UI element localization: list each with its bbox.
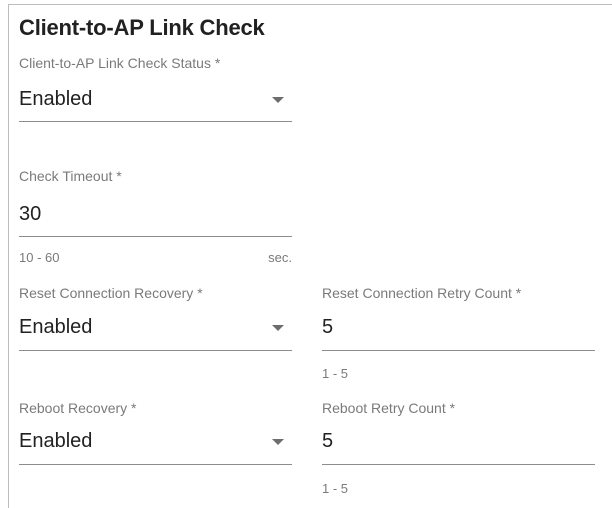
link-check-status-underline xyxy=(19,121,292,122)
reboot-retry-count-range-hint: 1 - 5 xyxy=(322,481,349,496)
check-timeout-input[interactable]: Check Timeout * 30 xyxy=(19,168,292,238)
reset-connection-recovery-label: Reset Connection Recovery * xyxy=(19,285,203,301)
link-check-status-value: Enabled xyxy=(19,88,93,110)
check-timeout-value: 30 xyxy=(19,203,42,225)
reboot-recovery-label: Reboot Recovery * xyxy=(19,400,137,416)
reboot-recovery-underline xyxy=(19,464,292,465)
reset-connection-recovery-select[interactable]: Reset Connection Recovery * Enabled xyxy=(19,285,292,353)
reboot-retry-count-value: 5 xyxy=(322,430,334,452)
section-title: Client-to-AP Link Check xyxy=(19,15,265,40)
reboot-recovery-select[interactable]: Reboot Recovery * Enabled xyxy=(19,400,292,468)
reboot-recovery-value: Enabled xyxy=(19,430,93,452)
reset-connection-retry-count-underline xyxy=(322,350,595,351)
reset-connection-retry-count-input[interactable]: Reset Connection Retry Count * 5 xyxy=(322,285,595,353)
panel-top-border xyxy=(8,4,612,5)
reset-connection-recovery-underline xyxy=(19,350,292,351)
check-timeout-unit: sec. xyxy=(268,250,292,265)
dropdown-caret-icon xyxy=(272,439,284,445)
reset-connection-retry-count-label: Reset Connection Retry Count * xyxy=(322,285,522,301)
check-timeout-underline xyxy=(19,236,292,237)
link-check-status-label: Client-to-AP Link Check Status * xyxy=(19,55,221,71)
dropdown-caret-icon xyxy=(272,97,284,103)
reboot-retry-count-input[interactable]: Reboot Retry Count * 5 xyxy=(322,400,595,468)
reset-connection-recovery-value: Enabled xyxy=(19,316,93,338)
reboot-retry-count-label: Reboot Retry Count * xyxy=(322,400,456,416)
reset-connection-retry-count-range-hint: 1 - 5 xyxy=(322,366,349,381)
reset-connection-retry-count-value: 5 xyxy=(322,316,334,338)
dropdown-caret-icon xyxy=(272,325,284,331)
reboot-retry-count-underline xyxy=(322,464,595,465)
check-timeout-label: Check Timeout * xyxy=(19,168,122,184)
panel-left-border xyxy=(8,4,9,508)
check-timeout-range-hint: 10 - 60 xyxy=(19,250,60,265)
link-check-status-select[interactable]: Client-to-AP Link Check Status * Enabled xyxy=(19,55,292,123)
